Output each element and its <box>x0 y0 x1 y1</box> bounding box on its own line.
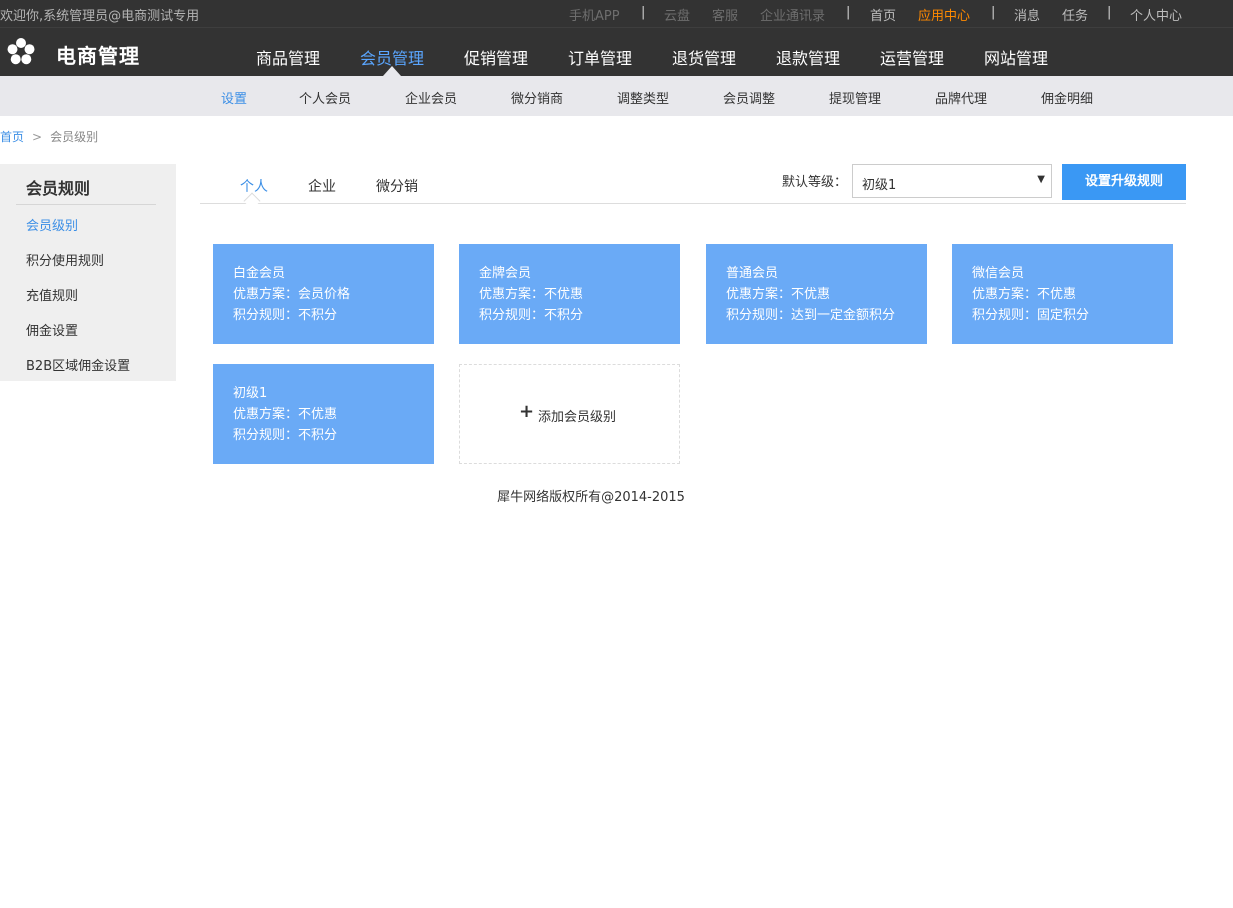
card-points: 积分规则：不积分 <box>233 308 338 323</box>
nav-refunds[interactable]: 退款管理 <box>776 45 840 69</box>
card-discount: 优惠方案：不优惠 <box>233 407 338 422</box>
tab-enterprise[interactable]: 企业 <box>308 176 336 196</box>
set-upgrade-rules-button[interactable]: 设置升级规则 <box>1062 164 1186 200</box>
card-level-name: 普通会员 <box>726 266 779 281</box>
sidebar-item-member-levels[interactable]: 会员级别 <box>26 215 78 234</box>
subnav-personal-members[interactable]: 个人会员 <box>299 88 351 107</box>
nav-products[interactable]: 商品管理 <box>256 45 320 69</box>
tasks-link[interactable]: 任务 <box>1062 5 1088 24</box>
top-bar: 欢迎你,系统管理员@电商测试专用 手机APP | 云盘 客服 企业通讯录 | 首… <box>0 0 1233 27</box>
home-link[interactable]: 首页 <box>870 5 896 24</box>
add-member-level-button[interactable]: + 添加会员级别 <box>459 364 680 464</box>
nav-website[interactable]: 网站管理 <box>984 45 1048 69</box>
breadcrumb-home[interactable]: 首页 <box>0 130 24 144</box>
mobile-app-link[interactable]: 手机APP <box>569 5 620 24</box>
app-center-link[interactable]: 应用中心 <box>918 5 970 24</box>
nav-returns[interactable]: 退货管理 <box>672 45 736 69</box>
customer-service-link[interactable]: 客服 <box>712 5 738 24</box>
flower-logo-icon <box>7 38 35 65</box>
active-nav-indicator <box>383 66 401 76</box>
sidebar-item-commission-settings[interactable]: 佣金设置 <box>26 320 78 339</box>
subnav-commission-details[interactable]: 佣金明细 <box>1041 88 1093 107</box>
card-discount: 优惠方案：不优惠 <box>726 287 831 302</box>
card-points: 积分规则：固定积分 <box>972 308 1090 323</box>
sidebar-item-recharge-rules[interactable]: 充值规则 <box>26 285 78 304</box>
default-level-label: 默认等级： <box>782 175 848 190</box>
card-level-name: 微信会员 <box>972 266 1025 281</box>
dropdown-arrow-icon: ▼ <box>1037 174 1045 185</box>
subnav-withdrawals[interactable]: 提现管理 <box>829 88 881 107</box>
top-separator: | <box>641 5 646 20</box>
subnav-member-adjust[interactable]: 会员调整 <box>723 88 775 107</box>
member-level-card[interactable]: 初级1 优惠方案：不优惠 积分规则：不积分 <box>213 364 434 464</box>
subnav-settings[interactable]: 设置 <box>221 88 247 107</box>
contacts-link[interactable]: 企业通讯录 <box>760 5 825 24</box>
sidebar-item-points-rules[interactable]: 积分使用规则 <box>26 250 104 269</box>
breadcrumb-current: 会员级别 <box>50 130 99 144</box>
nav-operations[interactable]: 运营管理 <box>880 45 944 69</box>
breadcrumb-separator: > <box>32 130 43 144</box>
card-discount: 优惠方案：会员价格 <box>233 287 351 302</box>
nav-promotions[interactable]: 促销管理 <box>464 45 528 69</box>
main-header: 电商管理 商品管理 会员管理 促销管理 订单管理 退货管理 退款管理 运营管理 … <box>0 27 1233 76</box>
subnav-adjust-types[interactable]: 调整类型 <box>617 88 669 107</box>
plus-icon: + <box>519 401 535 422</box>
footer-copyright: 犀牛网络版权所有@2014-2015 <box>497 490 685 505</box>
subnav-brand-agents[interactable]: 品牌代理 <box>935 88 987 107</box>
default-level-select[interactable]: 初级1 ▼ <box>852 164 1052 198</box>
top-separator: | <box>1107 5 1112 20</box>
card-level-name: 白金会员 <box>233 266 286 281</box>
subnav-micro-distributors[interactable]: 微分销商 <box>511 88 563 107</box>
breadcrumb: 首页 > 会员级别 <box>0 128 98 145</box>
member-level-card[interactable]: 金牌会员 优惠方案：不优惠 积分规则：不积分 <box>459 244 680 344</box>
card-discount: 优惠方案：不优惠 <box>479 287 584 302</box>
subnav-enterprise-members[interactable]: 企业会员 <box>405 88 457 107</box>
sidebar-item-b2b-commission[interactable]: B2B区域佣金设置 <box>26 355 130 374</box>
member-level-card[interactable]: 普通会员 优惠方案：不优惠 积分规则：达到一定金额积分 <box>706 244 927 344</box>
tab-personal[interactable]: 个人 <box>240 176 268 196</box>
card-points: 积分规则：达到一定金额积分 <box>726 308 896 323</box>
tab-micro-distribution[interactable]: 微分销 <box>376 176 418 196</box>
default-level-value: 初级1 <box>862 178 897 193</box>
top-separator: | <box>991 5 996 20</box>
top-separator: | <box>846 5 851 20</box>
brand-title: 电商管理 <box>56 44 140 68</box>
welcome-text: 欢迎你,系统管理员@电商测试专用 <box>0 9 200 24</box>
sidebar-title: 会员规则 <box>26 179 91 198</box>
member-level-card[interactable]: 白金会员 优惠方案：会员价格 积分规则：不积分 <box>213 244 434 344</box>
sub-nav: 设置 个人会员 企业会员 微分销商 调整类型 会员调整 提现管理 品牌代理 佣金… <box>0 76 1233 116</box>
member-level-card[interactable]: 微信会员 优惠方案：不优惠 积分规则：固定积分 <box>952 244 1173 344</box>
sidebar: 会员规则 会员级别 积分使用规则 充值规则 佣金设置 B2B区域佣金设置 <box>0 164 176 381</box>
add-member-level-label: 添加会员级别 <box>538 410 617 425</box>
card-discount: 优惠方案：不优惠 <box>972 287 1077 302</box>
cloud-drive-link[interactable]: 云盘 <box>664 5 690 24</box>
card-points: 积分规则：不积分 <box>233 428 338 443</box>
nav-orders[interactable]: 订单管理 <box>568 45 632 69</box>
messages-link[interactable]: 消息 <box>1014 5 1040 24</box>
card-level-name: 金牌会员 <box>479 266 532 281</box>
card-level-name: 初级1 <box>233 386 268 401</box>
card-points: 积分规则：不积分 <box>479 308 584 323</box>
personal-center-link[interactable]: 个人中心 <box>1130 5 1182 24</box>
sidebar-divider <box>16 204 156 205</box>
